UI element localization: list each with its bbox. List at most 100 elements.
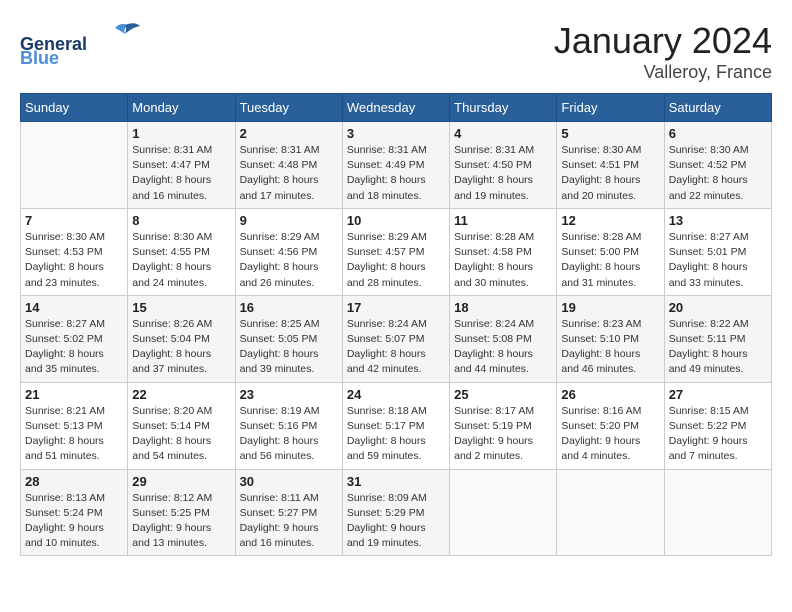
calendar-title: January 2024 (554, 20, 772, 62)
day-info: Sunrise: 8:27 AM Sunset: 5:02 PM Dayligh… (25, 317, 123, 378)
table-row: 10 Sunrise: 8:29 AM Sunset: 4:57 PM Dayli… (342, 208, 449, 295)
day-info: Sunrise: 8:15 AM Sunset: 5:22 PM Dayligh… (669, 404, 767, 465)
table-row: 17 Sunrise: 8:24 AM Sunset: 5:07 PM Dayli… (342, 295, 449, 382)
day-info: Sunrise: 8:31 AM Sunset: 4:47 PM Dayligh… (132, 143, 230, 204)
day-number: 12 (561, 213, 659, 228)
table-row: 20 Sunrise: 8:22 AM Sunset: 5:11 PM Dayli… (664, 295, 771, 382)
day-info: Sunrise: 8:30 AM Sunset: 4:51 PM Dayligh… (561, 143, 659, 204)
day-number: 14 (25, 300, 123, 315)
day-info: Sunrise: 8:13 AM Sunset: 5:24 PM Dayligh… (25, 491, 123, 552)
table-row: 6Sunrise: 8:30 AM Sunset: 4:52 PM Daylig… (664, 122, 771, 209)
table-row: 22Sunrise: 8:20 AM Sunset: 5:14 PM Dayli… (128, 382, 235, 469)
day-info: Sunrise: 8:20 AM Sunset: 5:14 PM Dayligh… (132, 404, 230, 465)
day-info: Sunrise: 8:29 AM Sunset: 4:56 PM Dayligh… (240, 230, 338, 291)
day-info: Sunrise: 8:30 AM Sunset: 4:52 PM Dayligh… (669, 143, 767, 204)
day-info: Sunrise: 8:24 AM Sunset: 5:07 PM Dayligh… (347, 317, 445, 378)
header-thursday: Thursday (450, 94, 557, 122)
table-row: 12 Sunrise: 8:28 AM Sunset: 5:00 PM Dayli… (557, 208, 664, 295)
table-row: 11 Sunrise: 8:28 AM Sunset: 4:58 PM Dayli… (450, 208, 557, 295)
day-info: Sunrise: 8:31 AM Sunset: 4:49 PM Dayligh… (347, 143, 445, 204)
page-header: General Blue January 2024 Valleroy, Fran… (20, 20, 772, 83)
day-info: Sunrise: 8:24 AM Sunset: 5:08 PM Dayligh… (454, 317, 552, 378)
calendar-week-row: 21 Sunrise: 8:21 AM Sunset: 5:13 PM Dayli… (21, 382, 772, 469)
table-row: 8 Sunrise: 8:30 AM Sunset: 4:55 PM Daylig… (128, 208, 235, 295)
table-row: 28 Sunrise: 8:13 AM Sunset: 5:24 PM Dayli… (21, 469, 128, 556)
day-info: Sunrise: 8:22 AM Sunset: 5:11 PM Dayligh… (669, 317, 767, 378)
day-info: Sunrise: 8:25 AM Sunset: 5:05 PM Dayligh… (240, 317, 338, 378)
day-info: Sunrise: 8:28 AM Sunset: 5:00 PM Dayligh… (561, 230, 659, 291)
header-monday: Monday (128, 94, 235, 122)
day-number: 21 (25, 387, 123, 402)
calendar-week-row: 7Sunrise: 8:30 AM Sunset: 4:53 PM Daylig… (21, 208, 772, 295)
day-info: Sunrise: 8:26 AM Sunset: 5:04 PM Dayligh… (132, 317, 230, 378)
table-row: 18 Sunrise: 8:24 AM Sunset: 5:08 PM Dayli… (450, 295, 557, 382)
day-info: Sunrise: 8:21 AM Sunset: 5:13 PM Dayligh… (25, 404, 123, 465)
day-number: 11 (454, 213, 552, 228)
table-row: 1 Sunrise: 8:31 AM Sunset: 4:47 PM Daylig… (128, 122, 235, 209)
header-saturday: Saturday (664, 94, 771, 122)
day-number: 19 (561, 300, 659, 315)
day-number: 2 (240, 126, 338, 141)
table-row: 29 Sunrise: 8:12 AM Sunset: 5:25 PM Dayli… (128, 469, 235, 556)
table-row: 16Sunrise: 8:25 AM Sunset: 5:05 PM Dayli… (235, 295, 342, 382)
day-number: 25 (454, 387, 552, 402)
table-row: 25 Sunrise: 8:17 AM Sunset: 5:19 PM Dayli… (450, 382, 557, 469)
day-number: 4 (454, 126, 552, 141)
day-number: 31 (347, 474, 445, 489)
day-info: Sunrise: 8:12 AM Sunset: 5:25 PM Dayligh… (132, 491, 230, 552)
svg-text:Blue: Blue (20, 48, 59, 65)
day-number: 8 (132, 213, 230, 228)
header-sunday: Sunday (21, 94, 128, 122)
day-number: 29 (132, 474, 230, 489)
table-row: 14 Sunrise: 8:27 AM Sunset: 5:02 PM Dayli… (21, 295, 128, 382)
title-block: January 2024 Valleroy, France (554, 20, 772, 83)
day-number: 13 (669, 213, 767, 228)
day-info: Sunrise: 8:28 AM Sunset: 4:58 PM Dayligh… (454, 230, 552, 291)
calendar-subtitle: Valleroy, France (554, 62, 772, 83)
day-number: 10 (347, 213, 445, 228)
day-info: Sunrise: 8:27 AM Sunset: 5:01 PM Dayligh… (669, 230, 767, 291)
day-info: Sunrise: 8:19 AM Sunset: 5:16 PM Dayligh… (240, 404, 338, 465)
day-info: Sunrise: 8:31 AM Sunset: 4:48 PM Dayligh… (240, 143, 338, 204)
day-number: 18 (454, 300, 552, 315)
day-number: 15 (132, 300, 230, 315)
table-row: 5 Sunrise: 8:30 AM Sunset: 4:51 PM Daylig… (557, 122, 664, 209)
day-number: 26 (561, 387, 659, 402)
day-number: 3 (347, 126, 445, 141)
logo-text: General Blue (20, 20, 150, 70)
day-info: Sunrise: 8:30 AM Sunset: 4:55 PM Dayligh… (132, 230, 230, 291)
table-row: 27Sunrise: 8:15 AM Sunset: 5:22 PM Dayli… (664, 382, 771, 469)
day-info: Sunrise: 8:31 AM Sunset: 4:50 PM Dayligh… (454, 143, 552, 204)
table-row (21, 122, 128, 209)
table-row: 30Sunrise: 8:11 AM Sunset: 5:27 PM Dayli… (235, 469, 342, 556)
day-info: Sunrise: 8:30 AM Sunset: 4:53 PM Dayligh… (25, 230, 123, 291)
table-row: 24 Sunrise: 8:18 AM Sunset: 5:17 PM Dayli… (342, 382, 449, 469)
day-info: Sunrise: 8:16 AM Sunset: 5:20 PM Dayligh… (561, 404, 659, 465)
day-info: Sunrise: 8:17 AM Sunset: 5:19 PM Dayligh… (454, 404, 552, 465)
header-friday: Friday (557, 94, 664, 122)
table-row: 19Sunrise: 8:23 AM Sunset: 5:10 PM Dayli… (557, 295, 664, 382)
day-info: Sunrise: 8:18 AM Sunset: 5:17 PM Dayligh… (347, 404, 445, 465)
day-number: 23 (240, 387, 338, 402)
day-number: 1 (132, 126, 230, 141)
calendar-week-row: 1 Sunrise: 8:31 AM Sunset: 4:47 PM Daylig… (21, 122, 772, 209)
table-row: 31 Sunrise: 8:09 AM Sunset: 5:29 PM Dayli… (342, 469, 449, 556)
day-number: 30 (240, 474, 338, 489)
day-info: Sunrise: 8:29 AM Sunset: 4:57 PM Dayligh… (347, 230, 445, 291)
table-row (664, 469, 771, 556)
day-info: Sunrise: 8:09 AM Sunset: 5:29 PM Dayligh… (347, 491, 445, 552)
day-number: 5 (561, 126, 659, 141)
calendar-week-row: 14 Sunrise: 8:27 AM Sunset: 5:02 PM Dayli… (21, 295, 772, 382)
day-number: 28 (25, 474, 123, 489)
logo: General Blue (20, 20, 150, 70)
day-number: 24 (347, 387, 445, 402)
table-row: 13 Sunrise: 8:27 AM Sunset: 5:01 PM Dayli… (664, 208, 771, 295)
table-row: 23 Sunrise: 8:19 AM Sunset: 5:16 PM Dayli… (235, 382, 342, 469)
day-number: 20 (669, 300, 767, 315)
day-number: 17 (347, 300, 445, 315)
table-row: 2 Sunrise: 8:31 AM Sunset: 4:48 PM Daylig… (235, 122, 342, 209)
table-row: 7Sunrise: 8:30 AM Sunset: 4:53 PM Daylig… (21, 208, 128, 295)
table-row: 9Sunrise: 8:29 AM Sunset: 4:56 PM Daylig… (235, 208, 342, 295)
table-row (557, 469, 664, 556)
table-row: 26 Sunrise: 8:16 AM Sunset: 5:20 PM Dayli… (557, 382, 664, 469)
